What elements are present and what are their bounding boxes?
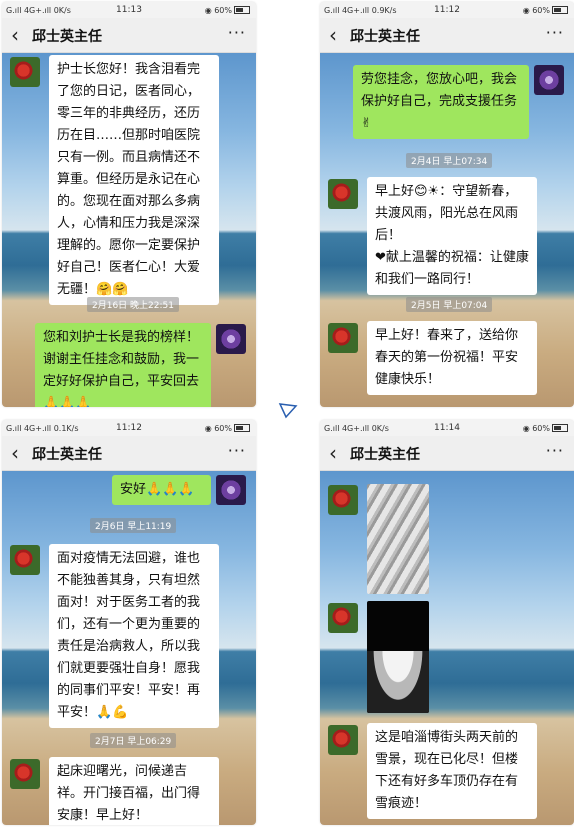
message-timestamp: 2月16日 晚上22:51 <box>87 297 179 312</box>
chat-header: ‹ 邱士英主任 ··· <box>320 436 574 471</box>
more-icon[interactable]: ··· <box>228 23 246 42</box>
battery-indicator: ◉ 60% <box>205 424 250 433</box>
contact-avatar[interactable] <box>10 759 40 789</box>
chat-area[interactable]: 劳您挂念，您放心吧，我会保护好自己，完成支援任务✌ 2月4日 早上07:34 早… <box>320 53 574 407</box>
battery-indicator: ◉ 60% <box>523 6 568 15</box>
contact-avatar[interactable] <box>10 57 40 87</box>
chat-screenshot-1: G.ıll 4G+.ıll 0K/s 11:13 ◉ 60% ‹ 邱士英主任 ·… <box>2 2 256 407</box>
message-timestamp: 2月5日 早上07:04 <box>406 297 493 312</box>
status-bar: G.ıll 4G+.ıll 0K/s 11:13 ◉ 60% <box>2 2 256 18</box>
self-avatar[interactable] <box>216 324 246 354</box>
message-bubble[interactable]: 起床迎曙光，问候递吉祥。开门接百福，出门得安康！早上好！ <box>49 757 219 825</box>
chat-screenshot-4: G.ıll 4G+.ıll 0K/s 11:14 ◉ 60% ‹ 邱士英主任 ·… <box>320 420 574 825</box>
message-line: 早上好😊☀：守望新春，共渡风雨，阳光总在风雨后！ <box>375 184 519 243</box>
more-icon[interactable]: ··· <box>546 441 564 460</box>
message-timestamp: 2月6日 早上11:19 <box>90 518 177 533</box>
contact-avatar[interactable] <box>328 725 358 755</box>
battery-icon <box>234 424 250 432</box>
back-chevron-icon[interactable]: ‹ <box>11 441 19 465</box>
message-bubble[interactable]: 早上好😊☀：守望新春，共渡风雨，阳光总在风雨后！ ❤献上温馨的祝福：让健康和我们… <box>367 177 537 295</box>
message-timestamp: 2月7日 早上06:29 <box>90 733 177 748</box>
chat-title: 邱士英主任 <box>32 29 102 45</box>
self-avatar[interactable] <box>534 65 564 95</box>
battery-indicator: ◉ 60% <box>523 424 568 433</box>
chat-area[interactable]: 安好🙏🙏🙏 2月6日 早上11:19 面对疫情无法回避，谁也不能独善其身，只有坦… <box>2 471 256 825</box>
message-bubble[interactable]: 面对疫情无法回避，谁也不能独善其身，只有坦然面对！对于医务工者的我们，还有一个更… <box>49 544 219 728</box>
contact-avatar[interactable] <box>328 603 358 633</box>
contact-avatar[interactable] <box>328 485 358 515</box>
message-bubble[interactable]: 这是咱淄博街头两天前的雪景，现在已化尽！但楼下还有好多车顶仍存在有雪痕迹！ <box>367 723 537 819</box>
more-icon[interactable]: ··· <box>546 23 564 42</box>
chat-title: 邱士英主任 <box>350 29 420 45</box>
chat-area[interactable]: 护士长您好！我含泪看完了您的日记，医者同心，零三年的非典经历，还历历在目……但那… <box>2 53 256 407</box>
message-timestamp: 2月4日 早上07:34 <box>406 153 493 168</box>
message-bubble[interactable]: 您和刘护士长是我的榜样！谢谢主任挂念和鼓励，我一定好好保护自己，平安回去🙏🙏🙏 <box>35 323 211 407</box>
message-bubble[interactable]: 早上好！春来了，送给你春天的第一份祝福！平安健康快乐！ <box>367 321 537 395</box>
contact-avatar[interactable] <box>328 179 358 209</box>
chat-title: 邱士英主任 <box>350 447 420 463</box>
battery-icon <box>234 6 250 14</box>
chat-header: ‹ 邱士英主任 ··· <box>2 18 256 53</box>
battery-icon <box>552 6 568 14</box>
chat-header: ‹ 邱士英主任 ··· <box>2 436 256 471</box>
message-bubble[interactable]: 护士长您好！我含泪看完了您的日记，医者同心，零三年的非典经历，还历历在目……但那… <box>49 55 219 305</box>
snow-photo-message[interactable] <box>367 484 429 594</box>
triangle-down-icon <box>278 403 298 419</box>
back-chevron-icon[interactable]: ‹ <box>11 23 19 47</box>
back-chevron-icon[interactable]: ‹ <box>329 441 337 465</box>
chat-screenshot-3: G.ıll 4G+.ıll 0.1K/s 11:12 ◉ 60% ‹ 邱士英主任… <box>2 420 256 825</box>
status-bar: G.ıll 4G+.ıll 0K/s 11:14 ◉ 60% <box>320 420 574 436</box>
status-bar: G.ıll 4G+.ıll 0.1K/s 11:12 ◉ 60% <box>2 420 256 436</box>
snow-car-photo-message[interactable] <box>367 601 429 713</box>
message-line: ❤献上温馨的祝福：让健康和我们一路同行！ <box>375 250 529 287</box>
message-bubble[interactable]: 安好🙏🙏🙏 <box>112 475 211 505</box>
chat-screenshot-2: G.ıll 4G+.ıll 0.9K/s 11:12 ◉ 60% ‹ 邱士英主任… <box>320 2 574 407</box>
battery-icon <box>552 424 568 432</box>
back-chevron-icon[interactable]: ‹ <box>329 23 337 47</box>
contact-avatar[interactable] <box>10 545 40 575</box>
chat-title: 邱士英主任 <box>32 447 102 463</box>
chat-area[interactable]: 这是咱淄博街头两天前的雪景，现在已化尽！但楼下还有好多车顶仍存在有雪痕迹！ <box>320 471 574 825</box>
chat-header: ‹ 邱士英主任 ··· <box>320 18 574 53</box>
more-icon[interactable]: ··· <box>228 441 246 460</box>
message-bubble[interactable]: 劳您挂念，您放心吧，我会保护好自己，完成支援任务✌ <box>353 65 529 139</box>
status-bar: G.ıll 4G+.ıll 0.9K/s 11:12 ◉ 60% <box>320 2 574 18</box>
battery-indicator: ◉ 60% <box>205 6 250 15</box>
contact-avatar[interactable] <box>328 323 358 353</box>
self-avatar[interactable] <box>216 475 246 505</box>
